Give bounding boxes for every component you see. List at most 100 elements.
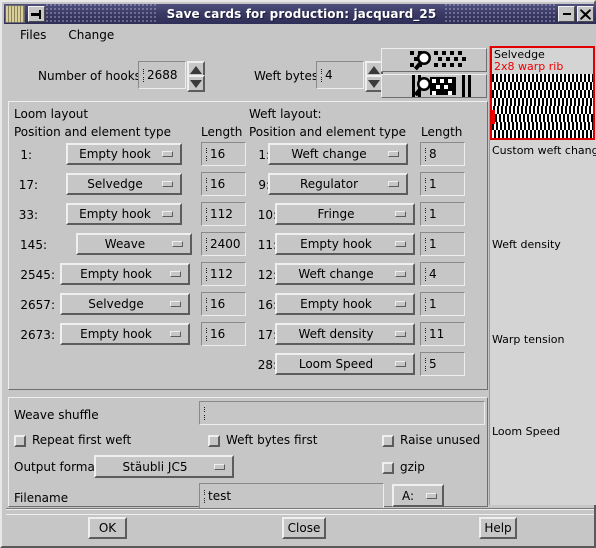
drive-value: A: bbox=[402, 488, 415, 503]
output-format-dropdown[interactable]: Stäubli JC5 bbox=[94, 455, 234, 478]
checkbox-weft-bytes-first[interactable] bbox=[208, 435, 220, 447]
text-caret bbox=[205, 267, 209, 281]
chevron-down-icon bbox=[426, 492, 437, 499]
drive-dropdown[interactable]: A: bbox=[392, 484, 444, 507]
text-caret bbox=[203, 406, 207, 420]
checkbox-gzip-label: gzip bbox=[400, 460, 425, 474]
weft-row-position: 11: bbox=[257, 238, 277, 252]
loom-row-position: 1: bbox=[20, 148, 32, 162]
chevron-down-icon bbox=[162, 151, 173, 157]
weft-row-length-input[interactable]: 1 bbox=[420, 172, 465, 196]
loom-row-type-dropdown[interactable]: Selvedge bbox=[66, 173, 182, 195]
weft-row-length-value: 8 bbox=[429, 147, 437, 161]
text-caret bbox=[424, 267, 428, 281]
weft-row-type-dropdown[interactable]: Weft change bbox=[275, 263, 415, 285]
checkbox-repeat-first-weft-label: Repeat first weft bbox=[32, 433, 132, 447]
weft-row-type-dropdown[interactable]: Weft change bbox=[268, 143, 408, 165]
weft-layout-title: Weft layout: bbox=[249, 107, 322, 121]
weave-shuffle-input[interactable] bbox=[199, 401, 485, 425]
filename-input[interactable]: test bbox=[199, 483, 384, 509]
text-caret bbox=[205, 207, 209, 221]
text-caret bbox=[424, 327, 428, 341]
minimize-icon[interactable] bbox=[558, 6, 575, 22]
loom-row-type-label: Selvedge bbox=[87, 177, 143, 191]
weft-row-type-label: Weft change bbox=[298, 267, 374, 281]
selvedge-preview[interactable]: Selvedge 2x8 warp rib bbox=[490, 46, 595, 140]
weft-row-type-label: Weft change bbox=[291, 147, 367, 161]
loom-row-length-value: 112 bbox=[210, 207, 233, 221]
chevron-down-icon bbox=[395, 361, 406, 367]
weft-row-length-value: 1 bbox=[429, 297, 437, 311]
weft-row-type-dropdown[interactable]: Empty hook bbox=[275, 233, 415, 255]
zoom-weft-button[interactable] bbox=[381, 74, 487, 98]
loom-row-length-input[interactable]: 16 bbox=[201, 172, 246, 196]
weft-bytes-input[interactable]: 4 bbox=[316, 61, 364, 89]
checkbox-repeat-first-weft[interactable] bbox=[14, 435, 26, 447]
weft-row-type-label: Regulator bbox=[299, 177, 359, 191]
triangle-down-icon bbox=[190, 79, 202, 88]
weft-row-length-input[interactable]: 1 bbox=[420, 292, 465, 316]
minimize-glyph bbox=[562, 13, 571, 15]
text-caret bbox=[424, 207, 428, 221]
magnifier-warp-icon bbox=[410, 51, 466, 71]
loom-row-type-dropdown[interactable]: Selvedge bbox=[60, 293, 190, 315]
weft-row-type-label: Loom Speed bbox=[298, 357, 374, 371]
weft-row-type-dropdown[interactable]: Loom Speed bbox=[275, 353, 415, 375]
weft-row-position: 17: bbox=[257, 328, 277, 342]
menu-files[interactable]: Files bbox=[16, 26, 56, 44]
weft-col-position: Position and element type bbox=[249, 125, 407, 139]
weft-row-length-input[interactable]: 5 bbox=[420, 352, 465, 376]
close-icon[interactable] bbox=[577, 6, 594, 22]
title-bar-texture-right bbox=[445, 4, 557, 24]
weft-row-length-value: 5 bbox=[429, 357, 437, 371]
filename-value: test bbox=[208, 489, 232, 503]
loom-row-type-dropdown[interactable]: Weave bbox=[76, 233, 192, 255]
sidebar-label-custom-weft-change: Custom weft change bbox=[492, 144, 596, 157]
triangle-up-icon bbox=[368, 65, 380, 74]
number-of-hooks-spin-down[interactable] bbox=[187, 75, 205, 92]
output-format-label: Output format bbox=[14, 460, 100, 474]
title-bar: Save cards for production: jacquard_25 bbox=[4, 4, 596, 24]
weft-row-length-value: 1 bbox=[429, 177, 437, 191]
ok-button-label: OK bbox=[98, 521, 117, 535]
loom-row-length-input[interactable]: 112 bbox=[201, 202, 246, 226]
weft-row-type-dropdown[interactable]: Fringe bbox=[275, 203, 415, 225]
checkbox-gzip[interactable] bbox=[382, 462, 394, 474]
weft-row-length-input[interactable]: 1 bbox=[420, 202, 465, 226]
loom-row-type-label: Empty hook bbox=[79, 147, 151, 161]
menu-change[interactable]: Change bbox=[64, 26, 124, 44]
loom-row-type-dropdown[interactable]: Empty hook bbox=[66, 143, 182, 165]
loom-row-length-value: 2400 bbox=[210, 237, 241, 251]
loom-row-length-input[interactable]: 16 bbox=[201, 322, 246, 346]
ok-button[interactable]: OK bbox=[88, 517, 127, 539]
weft-row-position: 1: bbox=[258, 148, 270, 162]
weft-row-length-input[interactable]: 11 bbox=[420, 322, 465, 346]
zoom-warp-button[interactable] bbox=[381, 48, 487, 72]
close-button[interactable]: Close bbox=[282, 517, 326, 539]
weft-row-length-input[interactable]: 8 bbox=[420, 142, 465, 166]
checkbox-raise-unused[interactable] bbox=[382, 435, 394, 447]
pin-icon[interactable] bbox=[28, 6, 45, 22]
chevron-down-icon bbox=[162, 181, 173, 187]
loom-row-type-dropdown[interactable]: Empty hook bbox=[66, 203, 182, 225]
weft-row-type-dropdown[interactable]: Weft density bbox=[275, 323, 415, 345]
loom-row-length-input[interactable]: 16 bbox=[201, 142, 246, 166]
help-button[interactable]: Help bbox=[479, 517, 517, 539]
loom-row-type-dropdown[interactable]: Empty hook bbox=[60, 323, 190, 345]
weft-row-position: 12: bbox=[257, 268, 277, 282]
number-of-hooks-label: Number of hooks bbox=[38, 69, 141, 83]
weft-row-type-dropdown[interactable]: Empty hook bbox=[275, 293, 415, 315]
loom-row-type-label: Selvedge bbox=[88, 297, 144, 311]
weft-row-type-dropdown[interactable]: Regulator bbox=[268, 173, 408, 195]
loom-row-length-input[interactable]: 112 bbox=[201, 262, 246, 286]
loom-row-length-input[interactable]: 16 bbox=[201, 292, 246, 316]
text-caret bbox=[320, 68, 324, 82]
number-of-hooks-input[interactable]: 2688 bbox=[138, 61, 186, 89]
loom-row-type-dropdown[interactable]: Empty hook bbox=[60, 263, 190, 285]
weft-row-length-input[interactable]: 4 bbox=[420, 262, 465, 286]
loom-row-length-input[interactable]: 2400 bbox=[201, 232, 246, 256]
loom-row-position: 17: bbox=[18, 178, 38, 192]
weft-bytes-value: 4 bbox=[325, 68, 333, 82]
weft-row-length-input[interactable]: 1 bbox=[420, 232, 465, 256]
weft-row-position: 9: bbox=[258, 178, 270, 192]
